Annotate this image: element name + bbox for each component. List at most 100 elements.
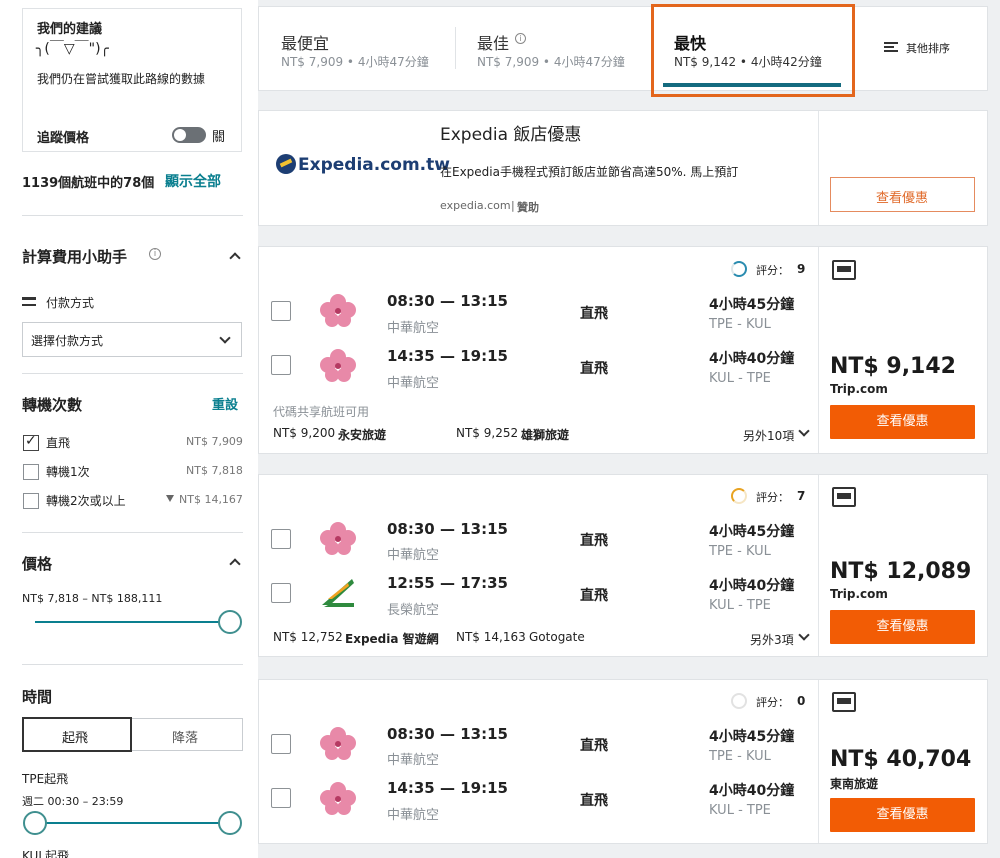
- price-range-text: NT$ 7,818 – NT$ 188,111: [22, 592, 163, 605]
- sort-icon-mid: [884, 46, 894, 48]
- alt-price[interactable]: NT$ 14,163: [456, 630, 526, 644]
- china-airlines-logo-icon: [320, 349, 356, 382]
- time-slider-end-handle[interactable]: [218, 811, 242, 835]
- tab-fastest-label: 最快: [674, 34, 707, 53]
- flight-time: 12:55 — 17:35: [387, 574, 508, 592]
- alt-provider[interactable]: 雄獅旅遊: [521, 426, 569, 443]
- price-slider-handle[interactable]: [218, 610, 242, 634]
- card-divider: [818, 680, 819, 843]
- more-deals-link[interactable]: 另外3項: [750, 631, 794, 648]
- info-icon: i: [515, 33, 526, 44]
- airline-name: 中華航空: [387, 376, 440, 391]
- stops-two-price: NT$ 14,167: [179, 493, 243, 506]
- flight-type: 直飛: [580, 306, 608, 322]
- card-icon: [22, 297, 36, 306]
- alt-provider[interactable]: 永安旅遊: [338, 426, 386, 443]
- filter-icon: [166, 495, 174, 502]
- tab-fastest-sub: NT$ 9,142 • 4小時42分鐘: [674, 55, 822, 69]
- alt-provider[interactable]: Gotogate: [529, 630, 585, 644]
- other-sort-button[interactable]: 其他排序: [906, 40, 950, 56]
- payment-label: 付款方式: [46, 296, 95, 310]
- score-label: 評分：: [756, 696, 789, 709]
- ad-domain: expedia.com: [440, 199, 511, 212]
- origin-label: TPE起飛: [22, 772, 69, 786]
- stops-one-label[interactable]: 轉機1次: [46, 463, 90, 480]
- ad-body: 在Expedia手機程式預訂飯店並節省高達50%. 馬上預訂: [440, 165, 739, 179]
- ad-sep: |: [511, 199, 515, 212]
- flight-type: 直飛: [580, 533, 608, 549]
- flight-duration: 4小時40分鐘: [709, 578, 795, 594]
- best-price: NT$ 40,704: [830, 747, 972, 772]
- tab-cheapest-label: 最便宜: [281, 34, 330, 53]
- score-value: 7: [797, 489, 806, 503]
- results-count: 1139個航班中的78個: [22, 176, 155, 191]
- best-provider: 東南旅遊: [830, 777, 879, 791]
- airline-name: 中華航空: [387, 808, 440, 823]
- stops-two-label[interactable]: 轉機2次或以上: [46, 492, 126, 509]
- track-price-toggle[interactable]: [172, 127, 206, 143]
- price-slider-track[interactable]: [35, 621, 231, 623]
- eva-air-logo-icon: [322, 579, 354, 607]
- flight-type: 直飛: [580, 738, 608, 754]
- time-slider-track[interactable]: [35, 822, 231, 824]
- flight-select-checkbox[interactable]: [271, 788, 291, 808]
- best-price: NT$ 12,089: [830, 559, 972, 584]
- flight-select-checkbox[interactable]: [271, 583, 291, 603]
- alt-price[interactable]: NT$ 9,252: [456, 426, 518, 440]
- flight-route: KUL - TPE: [709, 803, 771, 818]
- view-deal-button[interactable]: 查看優惠: [830, 610, 975, 644]
- time-slider-start-handle[interactable]: [23, 811, 47, 835]
- advice-title: 我們的建議: [37, 22, 103, 37]
- china-airlines-logo-icon: [320, 782, 356, 815]
- tab-cheapest-sub: NT$ 7,909 • 4小時47分鐘: [281, 55, 429, 69]
- china-airlines-logo-icon: [320, 727, 356, 760]
- airline-name: 中華航空: [387, 753, 440, 768]
- stops-two-checkbox[interactable]: [23, 493, 39, 509]
- flight-time: 08:30 — 13:15: [387, 292, 508, 310]
- info-icon: i: [149, 248, 161, 260]
- flight-select-checkbox[interactable]: [271, 355, 291, 375]
- airline-name: 中華航空: [387, 321, 440, 336]
- alt-price[interactable]: NT$ 12,752: [273, 630, 343, 644]
- chevron-up-icon[interactable]: [229, 252, 241, 264]
- alt-provider[interactable]: Expedia 智遊網: [345, 630, 439, 647]
- stops-direct-checkbox[interactable]: [23, 433, 39, 451]
- divider: [22, 373, 243, 374]
- best-price: NT$ 9,142: [830, 354, 956, 379]
- show-all-link[interactable]: 顯示全部: [165, 171, 221, 191]
- flight-time: 08:30 — 13:15: [387, 725, 508, 743]
- stops-direct-label[interactable]: 直飛: [46, 434, 70, 451]
- alt-price[interactable]: NT$ 9,200: [273, 426, 335, 440]
- view-deal-button[interactable]: 查看優惠: [830, 798, 975, 832]
- score-icon: [731, 261, 747, 277]
- flight-route: TPE - KUL: [709, 544, 771, 559]
- track-price-label: 追蹤價格: [37, 131, 90, 146]
- ad-divider: [818, 111, 819, 225]
- codeshare-note: 代碼共享航班可用: [273, 405, 370, 419]
- next-origin-label: KUL起飛: [22, 849, 70, 858]
- flight-select-checkbox[interactable]: [271, 529, 291, 549]
- baggage-icon: [832, 692, 856, 712]
- flight-route: KUL - TPE: [709, 371, 771, 386]
- flight-duration: 4小時45分鐘: [709, 729, 795, 745]
- tab-best-sub: NT$ 7,909 • 4小時47分鐘: [477, 55, 625, 69]
- flight-select-checkbox[interactable]: [271, 734, 291, 754]
- more-deals-link[interactable]: 另外10項: [743, 427, 794, 444]
- ad-logo-text: Expedia.com.tw: [298, 155, 450, 175]
- stops-reset-link[interactable]: 重設: [212, 394, 238, 413]
- chevron-up-icon[interactable]: [229, 558, 241, 570]
- tab-divider: [455, 27, 456, 69]
- flight-route: TPE - KUL: [709, 317, 771, 332]
- tab-fastest-underline: [663, 83, 841, 87]
- flight-select-checkbox[interactable]: [271, 301, 291, 321]
- flight-duration: 4小時40分鐘: [709, 783, 795, 799]
- divider: [22, 215, 243, 216]
- view-deal-button[interactable]: 查看優惠: [830, 405, 975, 439]
- time-range-text: 週二 00:30 – 23:59: [22, 795, 124, 808]
- flight-duration: 4小時45分鐘: [709, 297, 795, 313]
- score-label: 評分：: [756, 264, 789, 277]
- time-filter-title: 時間: [22, 688, 53, 706]
- card-divider: [818, 247, 819, 453]
- stops-one-checkbox[interactable]: [23, 464, 39, 480]
- best-provider: Trip.com: [830, 587, 888, 601]
